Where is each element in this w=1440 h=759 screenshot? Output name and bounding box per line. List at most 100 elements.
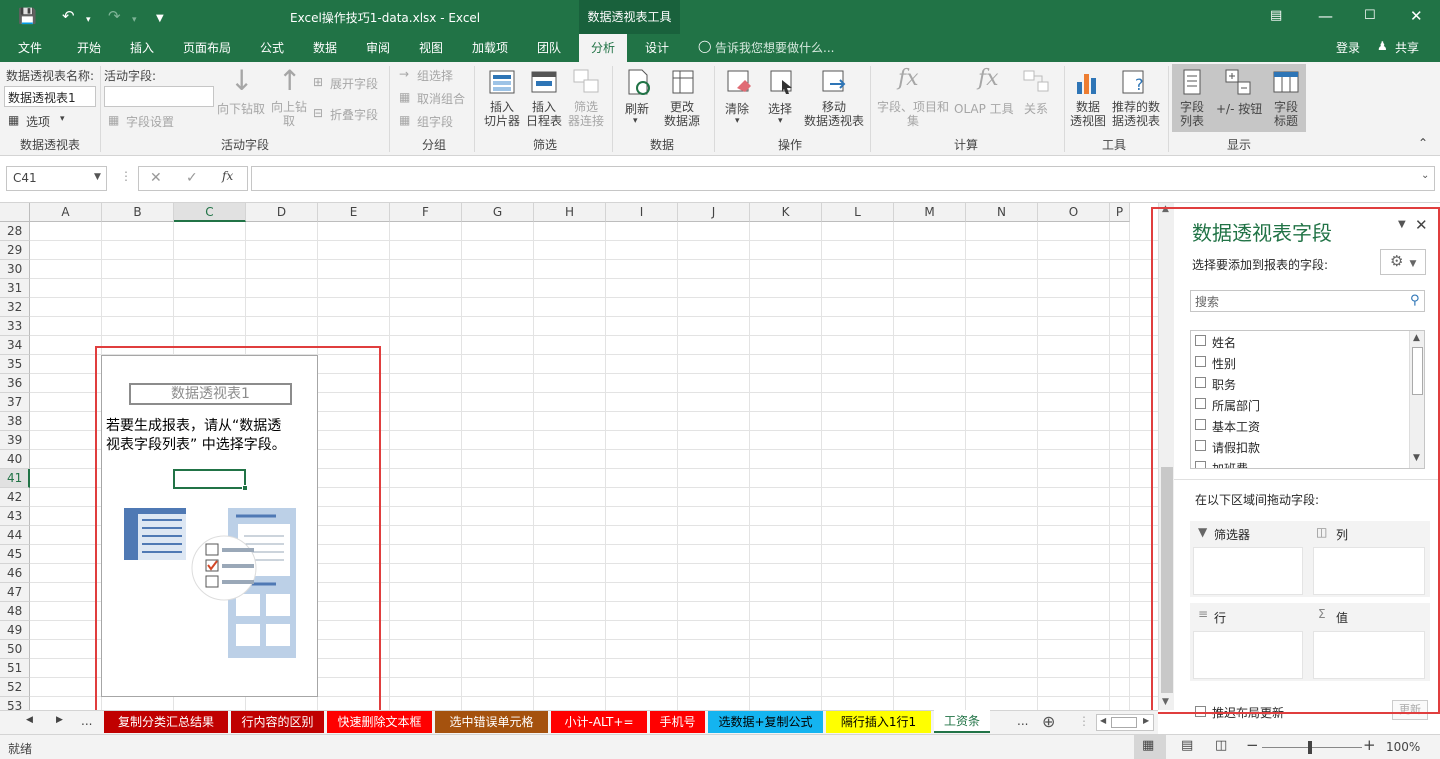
- tab-design[interactable]: 设计: [645, 39, 669, 56]
- sheet-tab[interactable]: 快速删除文本框: [327, 711, 432, 733]
- horizontal-scrollbar[interactable]: ◀ ▶: [1096, 714, 1154, 731]
- expand-field-button[interactable]: 展开字段: [330, 75, 378, 92]
- fields-items-sets-button[interactable]: 字段、项目和集: [874, 100, 952, 128]
- zoom-in-icon[interactable]: +: [1363, 736, 1376, 754]
- tab-home[interactable]: 开始: [77, 39, 101, 56]
- refresh-dropdown-icon[interactable]: ▾: [633, 116, 638, 126]
- field-headers-button[interactable]: 字段 标题: [1268, 100, 1304, 128]
- olap-tools-button[interactable]: OLAP 工具: [954, 100, 1014, 117]
- row-header[interactable]: 44: [0, 526, 30, 545]
- row-header[interactable]: 47: [0, 583, 30, 602]
- tab-view[interactable]: 视图: [419, 39, 443, 56]
- row-header[interactable]: 51: [0, 659, 30, 678]
- sign-in-link[interactable]: 登录: [1336, 39, 1360, 56]
- row-header[interactable]: 36: [0, 374, 30, 393]
- column-header[interactable]: O: [1038, 203, 1110, 222]
- name-box-dropdown-icon[interactable]: ▼: [94, 172, 101, 182]
- tab-analyze[interactable]: 分析: [579, 34, 628, 62]
- row-header[interactable]: 45: [0, 545, 30, 564]
- redo-dropdown-icon[interactable]: ▾: [132, 10, 137, 30]
- sheet-tab[interactable]: 选中错误单元格: [435, 711, 548, 733]
- ribbon-display-icon[interactable]: ▤: [1270, 6, 1282, 26]
- undo-dropdown-icon[interactable]: ▾: [86, 10, 91, 30]
- sheet-tab[interactable]: 小计-ALT+=: [551, 711, 647, 733]
- collapse-ribbon-icon[interactable]: ⌃: [1418, 136, 1428, 150]
- column-header[interactable]: A: [30, 203, 102, 222]
- insert-timeline-button[interactable]: 插入 日程表: [524, 100, 564, 128]
- hscroll-left-icon[interactable]: ◀: [1100, 716, 1106, 725]
- ungroup-button[interactable]: 取消组合: [417, 90, 465, 107]
- clear-button[interactable]: 清除: [725, 100, 749, 117]
- worksheet-grid[interactable]: ABCDEFGHIJKLMNOP 28 29 30 31 32 33 34 35 36 37 38 3…: [0, 203, 1174, 716]
- name-box[interactable]: C41: [6, 166, 107, 191]
- row-header[interactable]: 40: [0, 450, 30, 469]
- sheet-next-icon[interactable]: ▶: [56, 715, 63, 725]
- sheet-prev-icon[interactable]: ◀: [26, 715, 33, 725]
- row-header[interactable]: 33: [0, 317, 30, 336]
- plus-minus-buttons-button[interactable]: +/- 按钮: [1216, 100, 1262, 117]
- select-button[interactable]: 选择: [768, 100, 792, 117]
- column-header[interactable]: P: [1110, 203, 1130, 222]
- relationships-button[interactable]: 关系: [1024, 100, 1048, 117]
- column-header[interactable]: N: [966, 203, 1038, 222]
- options-dropdown-icon[interactable]: ▾: [60, 114, 65, 124]
- row-header[interactable]: 32: [0, 298, 30, 317]
- sheet-tab[interactable]: 隔行插入1行1: [826, 711, 931, 733]
- tab-addins[interactable]: 加载项: [472, 39, 508, 56]
- customize-qat-icon[interactable]: ▼: [156, 9, 164, 29]
- column-header[interactable]: K: [750, 203, 822, 222]
- sheet-tab[interactable]: 复制分类汇总结果: [104, 711, 228, 733]
- pivot-name-input[interactable]: 数据透视表1: [4, 86, 96, 107]
- share-button[interactable]: 共享: [1395, 39, 1419, 56]
- row-header[interactable]: 35: [0, 355, 30, 374]
- tab-review[interactable]: 审阅: [366, 39, 390, 56]
- expand-formula-icon[interactable]: ⌄: [1421, 170, 1429, 181]
- tab-formulas[interactable]: 公式: [260, 39, 284, 56]
- column-header[interactable]: H: [534, 203, 606, 222]
- insert-function-icon[interactable]: fx: [222, 169, 233, 183]
- row-header[interactable]: 50: [0, 640, 30, 659]
- enter-icon[interactable]: ✓: [186, 170, 198, 186]
- row-header[interactable]: 34: [0, 336, 30, 355]
- save-icon[interactable]: 💾: [18, 6, 37, 26]
- sheet-ellipsis-left[interactable]: ...: [81, 714, 92, 728]
- drill-up-button[interactable]: 向上钻取: [270, 100, 308, 128]
- tab-data[interactable]: 数据: [313, 39, 337, 56]
- column-header[interactable]: B: [102, 203, 174, 222]
- zoom-out-icon[interactable]: −: [1246, 736, 1259, 754]
- tab-team[interactable]: 团队: [537, 39, 561, 56]
- select-all-corner[interactable]: [0, 203, 30, 222]
- pivotchart-button[interactable]: 数据 透视图: [1066, 100, 1110, 128]
- normal-view-icon[interactable]: ▦: [1142, 738, 1154, 753]
- row-header[interactable]: 38: [0, 412, 30, 431]
- field-settings-button[interactable]: 字段设置: [126, 113, 174, 130]
- field-list-button[interactable]: 字段 列表: [1174, 100, 1210, 128]
- row-header[interactable]: 31: [0, 279, 30, 298]
- row-header[interactable]: 28: [0, 222, 30, 241]
- insert-slicer-button[interactable]: 插入 切片器: [482, 100, 522, 128]
- tab-page-layout[interactable]: 页面布局: [183, 39, 231, 56]
- group-selection-button[interactable]: 组选择: [417, 67, 453, 84]
- sheet-ellipsis-right[interactable]: ...: [1017, 714, 1028, 728]
- sheet-tab[interactable]: 选数据+复制公式: [708, 711, 823, 733]
- drill-down-button[interactable]: 向下钻取: [217, 100, 265, 117]
- change-data-source-button[interactable]: 更改 数据源: [656, 100, 708, 128]
- close-icon[interactable]: ✕: [1410, 6, 1423, 26]
- recommended-pivottables-button[interactable]: 推荐的数 据透视表: [1108, 100, 1164, 128]
- options-button[interactable]: 选项: [26, 113, 50, 130]
- zoom-slider-thumb[interactable]: [1308, 741, 1312, 754]
- maximize-icon[interactable]: ☐: [1364, 6, 1376, 26]
- zoom-slider[interactable]: [1262, 747, 1362, 748]
- row-header[interactable]: 41: [0, 469, 30, 488]
- sheet-tab[interactable]: 行内容的区别: [231, 711, 324, 733]
- page-break-view-icon[interactable]: ◫: [1215, 738, 1227, 753]
- column-header[interactable]: D: [246, 203, 318, 222]
- filter-connections-button[interactable]: 筛选 器连接: [566, 100, 606, 128]
- undo-icon[interactable]: ↶: [62, 6, 75, 26]
- row-header[interactable]: 37: [0, 393, 30, 412]
- column-header[interactable]: I: [606, 203, 678, 222]
- redo-icon[interactable]: ↷: [108, 6, 121, 26]
- select-dropdown-icon[interactable]: ▾: [778, 116, 783, 126]
- column-header[interactable]: G: [462, 203, 534, 222]
- sheet-tab[interactable]: 手机号: [650, 711, 705, 733]
